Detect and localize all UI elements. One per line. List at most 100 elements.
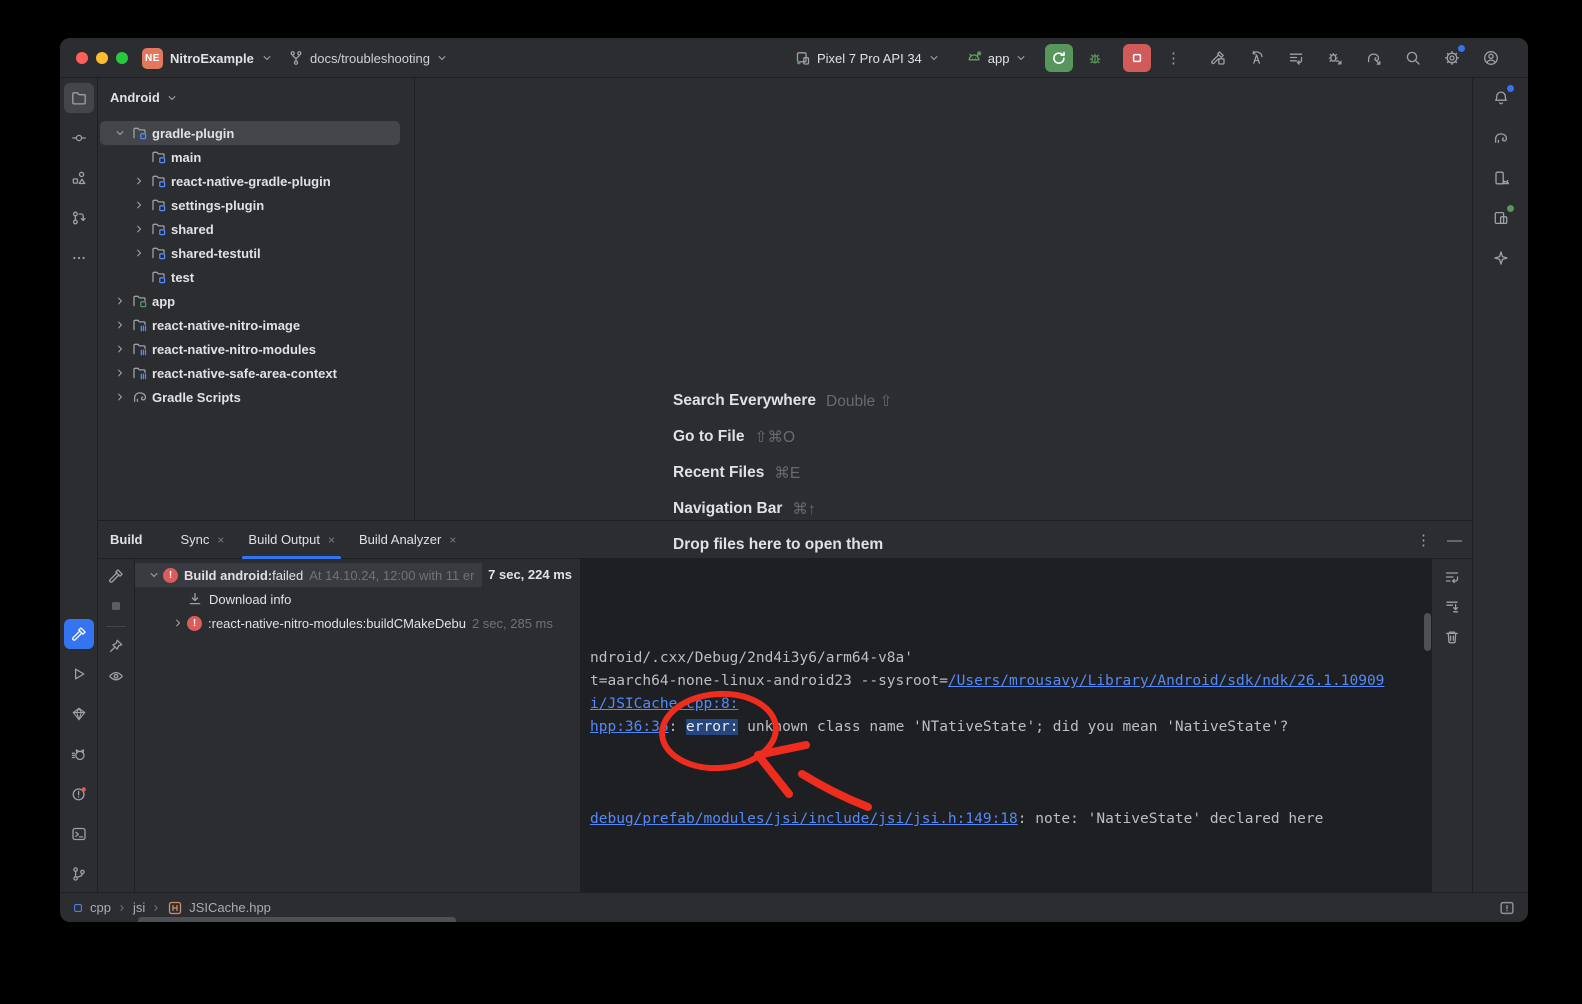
breadcrumb-cpp[interactable]: cpp — [72, 900, 111, 915]
minimize-window-button[interactable] — [96, 52, 108, 64]
chevron-right-icon[interactable] — [131, 197, 147, 213]
project-tree-item-Gradle Scripts[interactable]: Gradle Scripts — [98, 385, 414, 409]
terminal-tool-button[interactable] — [64, 819, 94, 849]
tab-close-icon[interactable]: × — [217, 533, 224, 547]
header-file-icon — [167, 900, 183, 916]
run-config-selector[interactable]: app — [966, 50, 1028, 66]
project-tree-item-react-native-nitro-modules[interactable]: react-native-nitro-modules — [98, 337, 414, 361]
tab-close-icon[interactable]: × — [328, 533, 335, 547]
run-icon — [71, 666, 87, 682]
project-tree-item-react-native-gradle-plugin[interactable]: react-native-gradle-plugin — [98, 169, 414, 193]
tree-item-label: Gradle Scripts — [152, 390, 241, 405]
build-tree-row-1[interactable]: Download info — [135, 587, 580, 611]
gradle-tool-button[interactable] — [1486, 123, 1516, 153]
stop-disabled-button[interactable] — [103, 593, 129, 619]
chevron-down-icon[interactable] — [145, 567, 163, 583]
notifications-tool-button[interactable] — [1486, 83, 1516, 113]
console-file-link[interactable]: /Users/mrousavy/Library/Android/sdk/ndk/… — [948, 673, 1385, 689]
project-tree-item-settings-plugin[interactable]: settings-plugin — [98, 193, 414, 217]
debug-button[interactable] — [1081, 44, 1109, 72]
chevron-right-icon[interactable] — [112, 365, 128, 381]
list-restore-tool-button[interactable] — [1281, 43, 1311, 73]
scroll-to-end-button[interactable] — [1440, 595, 1464, 619]
attach-debugger-tool-button[interactable] — [1320, 43, 1350, 73]
more-run-options-button[interactable]: ⋮ — [1159, 44, 1187, 72]
build-options-kebab-icon[interactable]: ⋮ — [1416, 533, 1431, 548]
gemini-tool-button[interactable] — [1486, 243, 1516, 273]
clear-all-button[interactable] — [1440, 625, 1464, 649]
device-manager-tool-button[interactable] — [1486, 163, 1516, 193]
build-task-status: :react-native-nitro-modules:buildCMakeDe… — [208, 616, 466, 631]
project-tree-item-app[interactable]: app — [98, 289, 414, 313]
profile-tool-button[interactable] — [1476, 43, 1506, 73]
project-tree-item-test[interactable]: test — [98, 265, 414, 289]
project-tree-item-react-native-safe-area-context[interactable]: react-native-safe-area-context — [98, 361, 414, 385]
build-tree-row-2[interactable]: !:react-native-nitro-modules:buildCMakeD… — [135, 611, 580, 635]
build-tool-button[interactable] — [64, 619, 94, 649]
rerun-button[interactable] — [1045, 44, 1073, 72]
chevron-down-icon[interactable] — [112, 125, 128, 141]
branch-selector[interactable]: docs/troubleshooting — [288, 38, 448, 78]
search-tool-button[interactable] — [1398, 43, 1428, 73]
soft-wrap-button[interactable] — [1440, 565, 1464, 589]
project-tool-button[interactable] — [64, 83, 94, 113]
breadcrumb-jsi[interactable]: jsi — [133, 900, 145, 915]
device-selector[interactable]: Pixel 7 Pro API 34 — [795, 50, 940, 66]
close-window-button[interactable] — [76, 52, 88, 64]
hammer-build-tool-button[interactable] — [1203, 43, 1233, 73]
project-view-selector[interactable]: Android — [98, 78, 414, 115]
settings-tool-button[interactable] — [1437, 43, 1467, 73]
app-quality-insights-tool-button[interactable] — [64, 699, 94, 729]
console-file-link[interactable]: debug/prefab/modules/jsi/include/jsi/jsi… — [590, 811, 1018, 827]
chevron-right-icon[interactable] — [131, 173, 147, 189]
gradle-icon — [132, 389, 148, 405]
running-devices-tool-button[interactable] — [1486, 203, 1516, 233]
filter-eye-button[interactable] — [103, 663, 129, 689]
tree-item-label: react-native-safe-area-context — [152, 366, 337, 381]
chevron-right-icon[interactable] — [169, 615, 187, 631]
logcat-tool-button[interactable] — [64, 739, 94, 769]
structure-tool-button[interactable] — [64, 163, 94, 193]
project-tree-item-gradle-plugin[interactable]: gradle-plugin — [98, 121, 414, 145]
tab-build-output[interactable]: Build Output× — [236, 521, 347, 559]
console-file-link[interactable]: hpp:36:36 — [590, 719, 669, 735]
project-selector[interactable]: NE NitroExample — [142, 38, 273, 78]
hide-panel-icon[interactable]: — — [1447, 533, 1462, 548]
run-tool-button[interactable] — [64, 659, 94, 689]
project-tree-item-shared[interactable]: shared — [98, 217, 414, 241]
more-tool-button[interactable] — [64, 243, 94, 273]
chevron-right-icon[interactable] — [131, 221, 147, 237]
chevron-right-icon[interactable] — [112, 389, 128, 405]
console-file-link[interactable]: i/JSICache.cpp:8: — [590, 696, 738, 712]
tab-close-icon[interactable]: × — [449, 533, 456, 547]
stop-button[interactable] — [1123, 44, 1151, 72]
tab-label: Build Analyzer — [359, 532, 441, 547]
project-tree-item-shared-testutil[interactable]: shared-testutil — [98, 241, 414, 265]
tab-sync[interactable]: Sync× — [169, 521, 237, 559]
console-vscrollbar[interactable] — [1424, 613, 1431, 651]
chevron-right-icon[interactable] — [112, 341, 128, 357]
pin-button[interactable] — [103, 633, 129, 659]
restart-build-button[interactable] — [103, 563, 129, 589]
chevron-right-icon[interactable] — [131, 245, 147, 261]
a-sync-tool-button[interactable] — [1242, 43, 1272, 73]
maximize-window-button[interactable] — [116, 52, 128, 64]
soft-wrap-icon — [1444, 569, 1460, 585]
project-name: NitroExample — [170, 51, 254, 66]
chevron-right-icon[interactable] — [112, 293, 128, 309]
gradle-sync-tool-button[interactable] — [1359, 43, 1389, 73]
project-tree-item-main[interactable]: main — [98, 145, 414, 169]
tab-build-analyzer[interactable]: Build Analyzer × — [347, 521, 468, 559]
module-icon — [151, 245, 167, 261]
project-panel: Android gradle-pluginmainreact-native-gr… — [98, 78, 415, 520]
version-control-tool-button[interactable] — [64, 859, 94, 889]
tree-item-label: app — [152, 294, 175, 309]
problems-tool-button[interactable] — [64, 779, 94, 809]
project-tree-item-react-native-nitro-image[interactable]: react-native-nitro-image — [98, 313, 414, 337]
breadcrumb-JSICache.hpp[interactable]: JSICache.hpp — [167, 900, 271, 916]
commit-tool-button[interactable] — [64, 123, 94, 153]
chevron-right-icon[interactable] — [112, 317, 128, 333]
build-tree-row-0[interactable]: !Build android: failedAt 14.10.24, 12:00… — [135, 563, 580, 587]
notifications-popup-icon[interactable] — [1498, 899, 1516, 917]
pull-requests-tool-button[interactable] — [64, 203, 94, 233]
